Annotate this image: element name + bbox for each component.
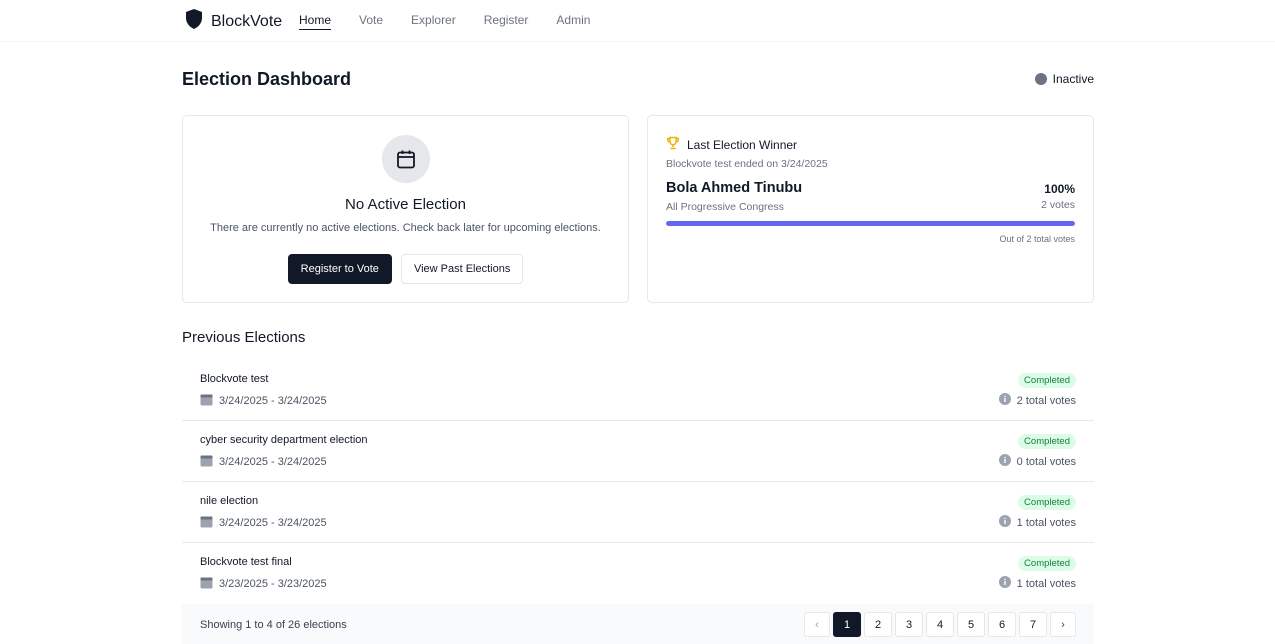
prev-page-button[interactable]: ‹ — [804, 612, 830, 637]
winner-heading-label: Last Election Winner — [687, 137, 798, 152]
page-button-2[interactable]: 2 — [864, 612, 892, 637]
election-votes: 2 total votes — [998, 393, 1076, 408]
election-name: Blockvote test — [200, 373, 269, 385]
winner-name: Bola Ahmed Tinubu — [666, 180, 803, 196]
page-button-4[interactable]: 4 — [926, 612, 954, 637]
vote-progress-bar — [666, 221, 1075, 226]
election-dates-label: 3/24/2025 - 3/24/2025 — [219, 395, 327, 407]
previous-elections-list: Blockvote test 3/24/2025 - 3/24/2025 Com… — [182, 360, 1094, 604]
info-icon — [998, 393, 1011, 408]
calendar-icon — [200, 454, 213, 470]
shield-icon — [185, 9, 203, 34]
next-page-button[interactable]: › — [1050, 612, 1076, 637]
pagination-summary: Showing 1 to 4 of 26 elections — [200, 619, 347, 631]
status-badge: Completed — [1018, 373, 1076, 388]
page-button-6[interactable]: 6 — [988, 612, 1016, 637]
page-button-7[interactable]: 7 — [1019, 612, 1047, 637]
vote-progress-fill — [666, 221, 1075, 226]
no-active-title: No Active Election — [345, 196, 466, 213]
page-title: Election Dashboard — [182, 69, 352, 89]
winner-percent: 100% — [1044, 182, 1075, 196]
calendar-icon — [382, 135, 430, 183]
register-to-vote-button[interactable]: Register to Vote — [287, 254, 392, 284]
view-past-elections-button[interactable]: View Past Elections — [400, 254, 524, 284]
winner-subtitle: Blockvote test ended on 3/24/2025 — [666, 158, 828, 170]
election-dates: 3/24/2025 - 3/24/2025 — [200, 454, 327, 470]
info-icon — [998, 515, 1011, 530]
election-dates: 3/24/2025 - 3/24/2025 — [200, 393, 327, 409]
top-nav: BlockVote Home Vote Explorer Register Ad… — [0, 0, 1275, 42]
list-item[interactable]: nile election 3/24/2025 - 3/24/2025 Comp… — [182, 482, 1094, 543]
election-name: cyber security department election — [200, 434, 368, 446]
page-button-3[interactable]: 3 — [895, 612, 923, 637]
winner-votes: 2 votes — [1041, 199, 1075, 211]
election-name: nile election — [200, 495, 259, 507]
no-active-description: There are currently no active elections.… — [210, 222, 601, 234]
election-dates: 3/23/2025 - 3/23/2025 — [200, 576, 327, 592]
page-button-5[interactable]: 5 — [957, 612, 985, 637]
chevron-right-icon: › — [1061, 618, 1065, 631]
status-badge: Completed — [1018, 556, 1076, 571]
election-votes-label: 0 total votes — [1016, 455, 1076, 468]
list-item[interactable]: Blockvote test 3/24/2025 - 3/24/2025 Com… — [182, 360, 1094, 421]
election-dates-label: 3/24/2025 - 3/24/2025 — [219, 517, 327, 529]
pagination: ‹ 1 2 3 4 5 6 7 › — [804, 612, 1076, 637]
chevron-left-icon: ‹ — [815, 618, 819, 631]
nav-links: Home Vote Explorer Register Admin — [299, 13, 590, 30]
winner-party: All Progressive Congress — [666, 201, 784, 213]
page-button-1[interactable]: 1 — [833, 612, 861, 637]
election-status: Inactive — [1034, 72, 1094, 86]
list-item[interactable]: Blockvote test final 3/23/2025 - 3/23/20… — [182, 543, 1094, 604]
calendar-icon — [200, 515, 213, 531]
election-votes-label: 1 total votes — [1016, 577, 1076, 590]
info-icon — [998, 454, 1011, 469]
no-active-election-card: No Active Election There are currently n… — [182, 115, 629, 303]
election-dates-label: 3/23/2025 - 3/23/2025 — [219, 578, 327, 590]
election-votes: 1 total votes — [998, 515, 1076, 530]
nav-link-admin[interactable]: Admin — [556, 13, 590, 30]
election-votes: 0 total votes — [998, 454, 1076, 469]
nav-link-explorer[interactable]: Explorer — [411, 13, 456, 30]
status-label: Inactive — [1052, 72, 1094, 86]
brand-name: BlockVote — [211, 12, 283, 30]
status-badge: Completed — [1018, 495, 1076, 510]
no-active-actions: Register to Vote View Past Elections — [183, 254, 628, 284]
calendar-icon — [200, 576, 213, 592]
nav-link-home[interactable]: Home — [299, 13, 332, 30]
trophy-icon — [666, 136, 680, 153]
calendar-icon — [200, 393, 213, 409]
election-name: Blockvote test final — [200, 556, 292, 568]
election-votes-label: 1 total votes — [1016, 516, 1076, 529]
winner-heading: Last Election Winner — [666, 136, 797, 153]
previous-elections-title: Previous Elections — [182, 329, 306, 346]
election-votes: 1 total votes — [998, 576, 1076, 591]
total-votes-caption: Out of 2 total votes — [999, 234, 1075, 244]
last-winner-card: Last Election Winner Blockvote test ende… — [647, 115, 1094, 303]
pagination-footer: Showing 1 to 4 of 26 elections ‹ 1 2 3 4… — [182, 604, 1094, 644]
election-dates: 3/24/2025 - 3/24/2025 — [200, 515, 327, 531]
nav-link-register[interactable]: Register — [484, 13, 529, 30]
info-icon — [998, 576, 1011, 591]
list-item[interactable]: cyber security department election 3/24/… — [182, 421, 1094, 482]
election-dates-label: 3/24/2025 - 3/24/2025 — [219, 456, 327, 468]
brand[interactable]: BlockVote — [185, 9, 282, 34]
status-dot-icon — [1034, 73, 1047, 85]
status-badge: Completed — [1018, 434, 1076, 449]
nav-link-vote[interactable]: Vote — [359, 13, 383, 30]
election-votes-label: 2 total votes — [1016, 394, 1076, 407]
